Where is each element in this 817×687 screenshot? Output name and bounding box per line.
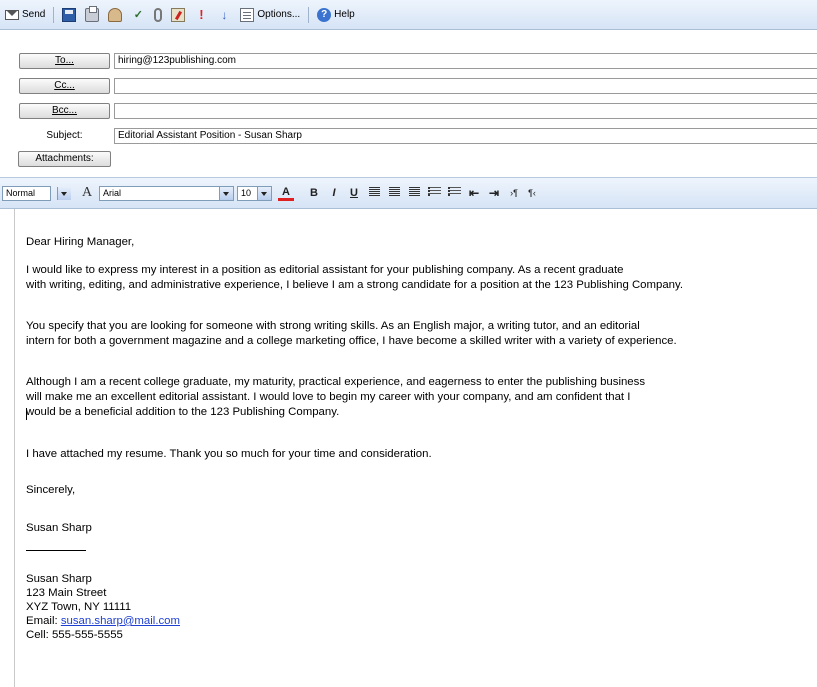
ltr-button[interactable]: ›¶ <box>506 185 522 201</box>
paragraph-3-line-2: will make me an excellent editorial assi… <box>26 391 631 403</box>
address-book-icon <box>108 7 123 22</box>
to-field[interactable]: hiring@123publishing.com <box>114 53 817 69</box>
font-icon: A <box>81 185 93 200</box>
email-label: Email: <box>26 615 61 627</box>
signature-divider <box>26 550 86 551</box>
options-icon <box>240 7 255 22</box>
increase-indent-icon: ⇥ <box>488 186 500 200</box>
message-body-editor[interactable]: Dear Hiring Manager, I would like to exp… <box>0 209 817 687</box>
right-to-left-icon: ¶‹ <box>528 188 536 198</box>
print-button[interactable] <box>82 5 102 25</box>
italic-button[interactable]: I <box>326 185 342 201</box>
signature-name-line: Susan Sharp <box>26 522 92 534</box>
size-value: 10 <box>241 188 252 198</box>
signature-cell: Cell: 555-555-5555 <box>26 629 123 641</box>
spell-check-button[interactable]: ✓ <box>128 5 148 25</box>
closing-line: Sincerely, <box>26 484 76 496</box>
options-label: Options... <box>257 9 301 20</box>
formatting-toolbar: Normal A Arial 10 A B I U ⇤ ⇥ ›¶ ¶‹ <box>0 177 817 209</box>
left-to-right-icon: ›¶ <box>510 188 518 198</box>
size-select[interactable]: 10 <box>237 185 272 201</box>
align-right-button[interactable] <box>406 185 422 201</box>
cc-field[interactable] <box>114 78 817 94</box>
subject-label: Subject: <box>46 130 83 141</box>
font-color-button[interactable]: A <box>278 185 294 201</box>
text-cursor <box>26 408 27 420</box>
paragraph-1-line-2: with writing, editing, and administrativ… <box>26 279 684 291</box>
bcc-row: Bcc... <box>0 103 817 121</box>
bullet-list-icon <box>427 187 441 196</box>
sign-button[interactable] <box>168 5 188 25</box>
paragraph-2-line-1: You specify that you are looking for som… <box>26 320 640 332</box>
underline-button[interactable]: U <box>346 185 362 201</box>
save-icon <box>62 7 77 22</box>
high-priority-button[interactable]: ! <box>191 5 211 25</box>
paragraph-2-line-2: intern for both a government magazine an… <box>26 335 677 347</box>
font-select[interactable]: Arial <box>99 185 234 201</box>
options-button[interactable]: Options... <box>237 5 303 25</box>
align-left-button[interactable] <box>366 185 382 201</box>
align-right-icon <box>408 187 420 196</box>
decrease-indent-icon: ⇤ <box>468 186 480 200</box>
attachments-button[interactable]: Attachments: <box>18 151 111 167</box>
to-row: To... hiring@123publishing.com <box>0 53 817 71</box>
cc-row: Cc... <box>0 78 817 96</box>
signature-icon <box>171 7 186 22</box>
style-dropdown-button[interactable] <box>57 186 71 200</box>
increase-indent-button[interactable]: ⇥ <box>486 185 502 201</box>
align-center-icon <box>388 187 400 196</box>
align-left-icon <box>368 187 380 196</box>
toolbar-separator <box>53 6 55 23</box>
style-select[interactable]: Normal <box>2 185 51 201</box>
compose-toolbar: Send ✓ ! ↓ Options... ? Help <box>0 0 817 30</box>
help-label: Help <box>334 9 355 20</box>
attach-button[interactable] <box>151 5 165 25</box>
rtl-button[interactable]: ¶‹ <box>524 185 540 201</box>
spell-check-icon: ✓ <box>133 8 143 21</box>
bcc-field[interactable] <box>114 103 817 119</box>
address-book-button[interactable] <box>105 5 125 25</box>
bold-button[interactable]: B <box>306 185 322 201</box>
paragraph-3-line-3: would be a beneficial addition to the 12… <box>26 406 340 418</box>
size-dropdown-button[interactable] <box>257 186 271 200</box>
signature-name: Susan Sharp <box>26 573 92 585</box>
attachments-row: Attachments: <box>0 151 817 169</box>
low-priority-button[interactable]: ↓ <box>214 5 234 25</box>
cc-button[interactable]: Cc... <box>19 78 110 94</box>
align-center-button[interactable] <box>386 185 402 201</box>
paperclip-icon <box>154 7 163 22</box>
bullet-list-button[interactable] <box>426 185 442 201</box>
subject-field[interactable]: Editorial Assistant Position - Susan Sha… <box>114 128 817 144</box>
low-priority-icon: ↓ <box>221 7 228 22</box>
email-link[interactable]: susan.sharp@mail.com <box>61 615 180 627</box>
numbered-list-button[interactable] <box>446 185 462 201</box>
send-button[interactable]: Send <box>2 5 48 25</box>
signature-email-line: Email: susan.sharp@mail.com <box>26 615 180 629</box>
subject-row: Subject: Editorial Assistant Position - … <box>0 128 817 146</box>
numbered-list-icon <box>447 187 461 196</box>
send-icon <box>5 9 19 20</box>
to-button[interactable]: To... <box>19 53 110 69</box>
style-value: Normal <box>6 188 36 198</box>
help-icon: ? <box>317 7 332 22</box>
toolbar-separator <box>308 6 310 23</box>
decrease-indent-button[interactable]: ⇤ <box>466 185 482 201</box>
save-button[interactable] <box>59 5 79 25</box>
greeting-line: Dear Hiring Manager, <box>26 236 135 248</box>
paragraph-3-line-1: Although I am a recent college graduate,… <box>26 376 646 388</box>
signature-city: XYZ Town, NY 11111 <box>26 601 132 613</box>
bcc-button[interactable]: Bcc... <box>19 103 110 119</box>
help-button[interactable]: ? Help <box>314 5 358 25</box>
paragraph-4: I have attached my resume. Thank you so … <box>26 448 432 460</box>
paragraph-1-line-1: I would like to express my interest in a… <box>26 264 624 276</box>
font-value: Arial <box>103 188 122 198</box>
send-label: Send <box>22 9 46 20</box>
font-dropdown-button[interactable] <box>219 186 233 200</box>
print-icon <box>85 5 100 22</box>
high-priority-icon: ! <box>199 6 204 22</box>
signature-street: 123 Main Street <box>26 587 107 599</box>
